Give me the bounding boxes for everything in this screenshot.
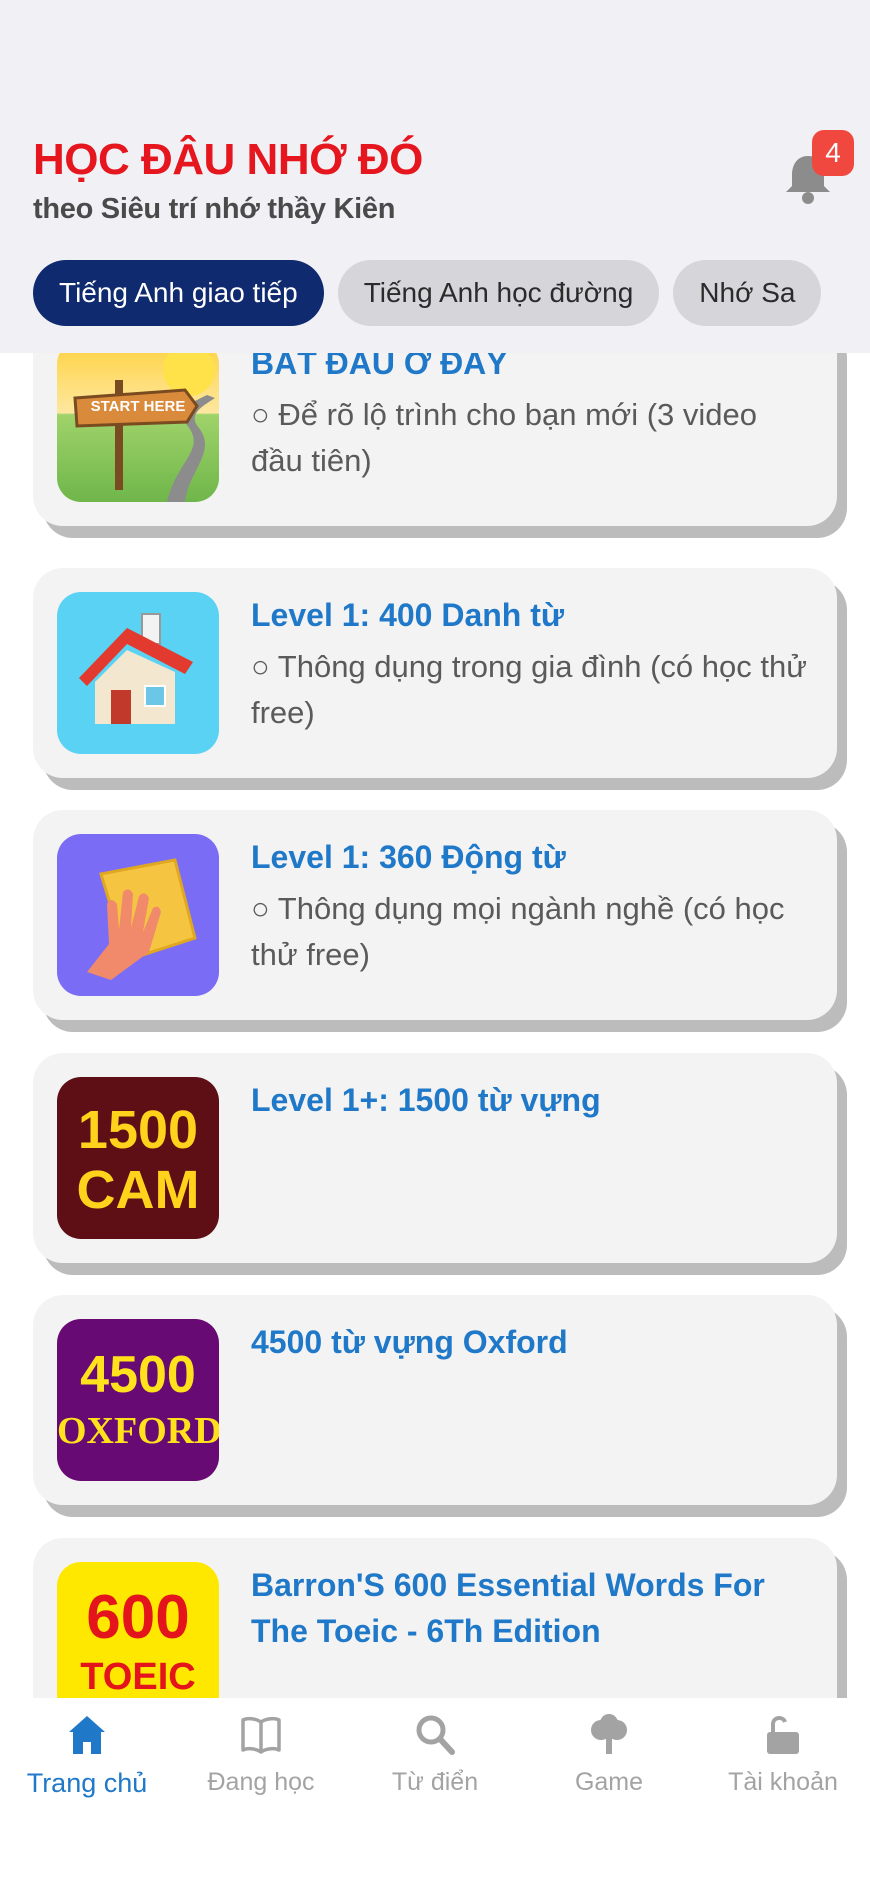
course-description: ○ Thông dụng mọi ngành nghề (có học thử … — [251, 891, 785, 972]
nav-label: Tài khoản — [728, 1768, 838, 1796]
course-card[interactable]: 1500 CAM Level 1+: 1500 từ vựng — [33, 1053, 837, 1263]
course-card[interactable]: Level 1: 360 Động từ ○ Thông dụng mọi ng… — [33, 810, 837, 1020]
thumbnail-label: START HERE — [90, 398, 186, 415]
thumbnail-label: OXFORD — [57, 1410, 219, 1452]
course-card[interactable]: 600 TOEIC Barron'S 600 Essential Words F… — [33, 1538, 837, 1698]
app-header: HỌC ĐÂU NHỚ ĐÓ theo Siêu trí nhớ thầy Ki… — [0, 0, 870, 353]
nav-learning[interactable]: Đang học — [174, 1698, 348, 1818]
start-here-icon — [73, 353, 215, 502]
course-card[interactable]: Level 1: 400 Danh từ ○ Thông dụng trong … — [33, 568, 837, 778]
home-icon — [69, 1716, 105, 1754]
course-title: Level 1+: 1500 từ vựng — [251, 1082, 601, 1118]
start-here-thumbnail: START HERE — [57, 353, 219, 502]
thumbnail-number: 4500 — [80, 1346, 196, 1404]
course-list[interactable]: START HERE BẮT ĐẦU Ở ĐÂY ○ Để rõ lộ trìn… — [0, 353, 870, 1698]
house-icon — [79, 613, 193, 724]
thumbnail-label: TOEIC — [80, 1656, 196, 1698]
nav-account[interactable]: Tài khoản — [696, 1698, 870, 1818]
thumbnail-number: 1500 — [77, 1100, 199, 1160]
course-description: ○ Thông dụng trong gia đình (có học thử … — [251, 649, 807, 730]
app-subtitle: theo Siêu trí nhớ thầy Kiên — [33, 193, 396, 225]
cam-1500-thumbnail: 1500 CAM — [57, 1077, 219, 1239]
course-title: Level 1: 360 Động từ — [251, 839, 566, 875]
course-card[interactable]: 4500 OXFORD 4500 từ vựng Oxford — [33, 1295, 837, 1505]
hand-cloth-thumbnail — [57, 834, 219, 996]
nav-game[interactable]: Game — [522, 1698, 696, 1818]
unlock-icon — [767, 1716, 799, 1754]
thumbnail-number: 600 — [86, 1583, 190, 1652]
course-title: Barron'S 600 Essential Words For The Toe… — [251, 1567, 765, 1649]
bottom-navigation: Trang chủ Đang học Từ điển Game Tài khoả… — [0, 1698, 870, 1885]
course-title: 4500 từ vựng Oxford — [251, 1324, 568, 1360]
tree-icon — [591, 1714, 627, 1754]
nav-label: Từ điển — [391, 1768, 479, 1796]
book-icon — [241, 1716, 281, 1754]
app-title: HỌC ĐÂU NHỚ ĐÓ — [33, 135, 423, 184]
course-card[interactable]: START HERE BẮT ĐẦU Ở ĐÂY ○ Để rõ lộ trìn… — [33, 353, 837, 526]
course-description: ○ Để rõ lộ trình cho bạn mới (3 video đầ… — [251, 397, 758, 478]
toeic-600-thumbnail: 600 TOEIC — [57, 1562, 219, 1698]
nav-label: Trang chủ — [26, 1768, 148, 1798]
thumbnail-label: CAM — [76, 1160, 200, 1220]
nav-home[interactable]: Trang chủ — [0, 1698, 174, 1818]
course-title: Level 1: 400 Danh từ — [251, 597, 565, 633]
hand-cloth-icon — [87, 858, 197, 980]
course-title: BẮT ĐẦU Ở ĐÂY — [251, 353, 508, 381]
tab-tieng-anh-giao-tiep[interactable]: Tiếng Anh giao tiếp — [33, 260, 324, 326]
nav-label: Đang học — [207, 1768, 315, 1796]
notification-badge[interactable]: 4 — [812, 130, 854, 176]
search-icon — [416, 1715, 455, 1755]
nav-dictionary[interactable]: Từ điển — [348, 1698, 522, 1818]
oxford-4500-thumbnail: 4500 OXFORD — [57, 1319, 219, 1481]
category-tabs: Tiếng Anh giao tiếp Tiếng Anh học đường Nh… — [33, 260, 837, 326]
tab-nho-sa[interactable]: Nhớ Sa — [673, 260, 822, 326]
tab-tieng-anh-hoc-duong[interactable]: Tiếng Anh học đường — [337, 260, 660, 326]
house-thumbnail — [57, 592, 219, 754]
nav-label: Game — [574, 1768, 644, 1796]
